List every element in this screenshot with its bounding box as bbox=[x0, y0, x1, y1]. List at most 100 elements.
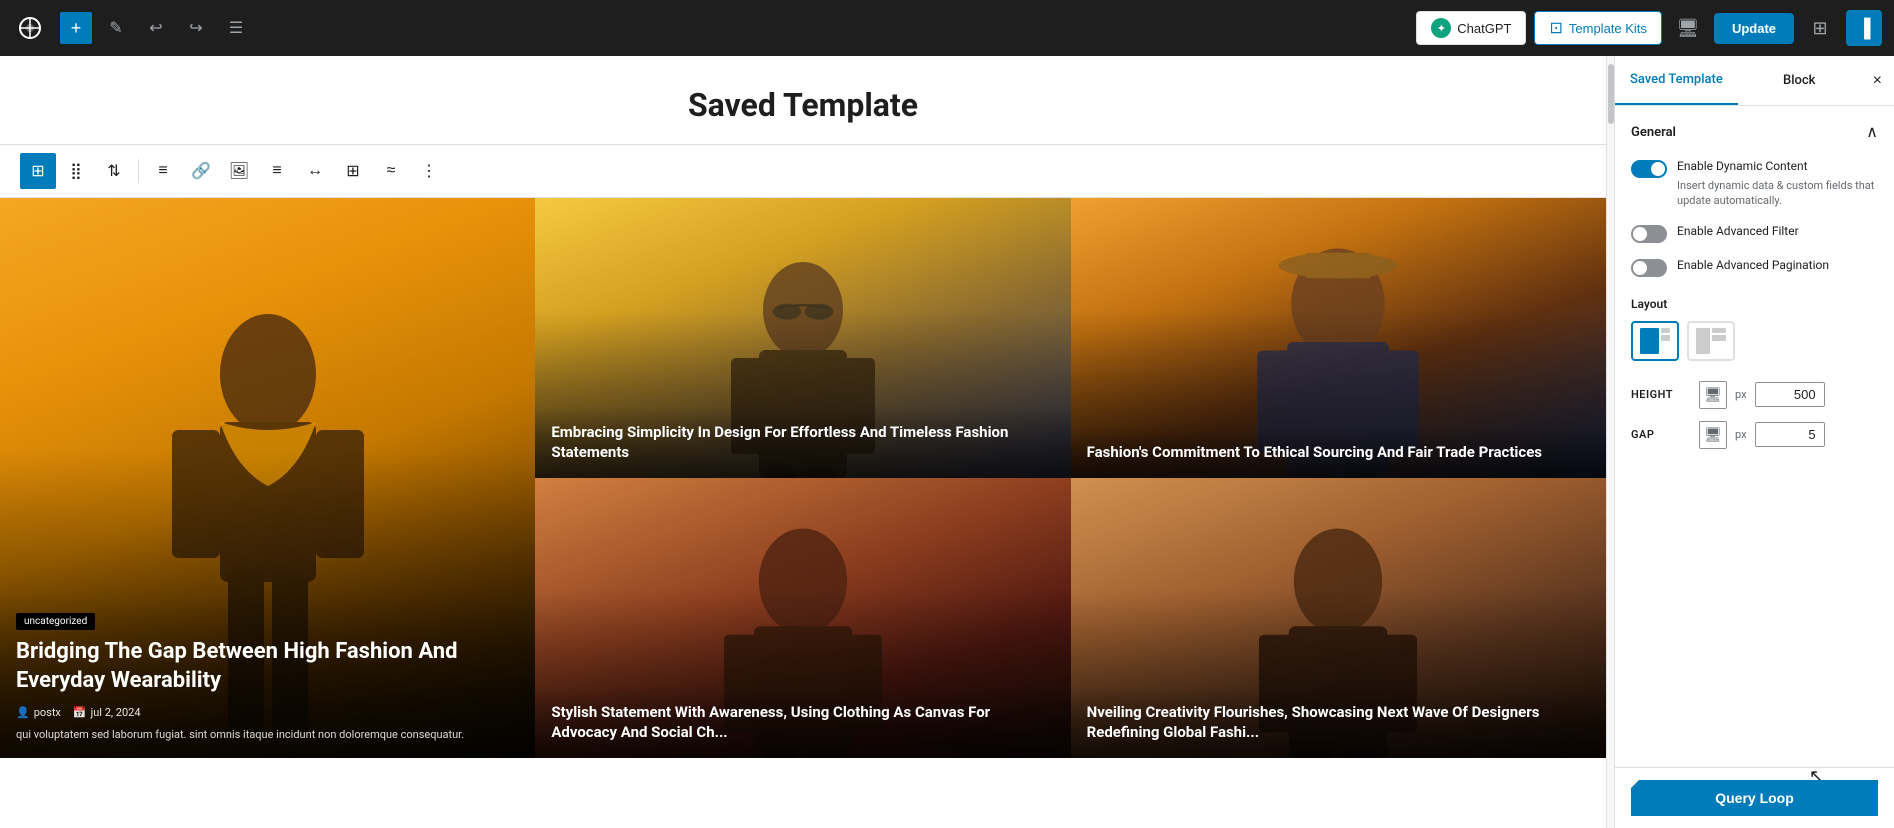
grid-layout-button[interactable]: ⊞ bbox=[20, 153, 56, 189]
layout-cell-2c bbox=[1712, 335, 1726, 341]
user-icon: 👤 bbox=[16, 706, 30, 719]
post-card-3[interactable]: Fashion's Commitment To Ethical Sourcing… bbox=[1071, 198, 1606, 478]
post-card-large[interactable]: uncategorized Bridging The Gap Between H… bbox=[0, 198, 535, 758]
post-author: 👤 postx bbox=[16, 706, 61, 719]
text-align-icon: ≡ bbox=[272, 162, 281, 180]
chevron-up-icon: ∧ bbox=[1866, 124, 1878, 141]
height-unit: px bbox=[1735, 388, 1747, 401]
panel-close-button[interactable]: × bbox=[1861, 60, 1894, 102]
block-view-button[interactable]: ⊞ bbox=[1802, 10, 1838, 46]
post-date: 📅 jul 2, 2024 bbox=[73, 706, 141, 719]
link-icon: 🔗 bbox=[191, 161, 211, 181]
post-card-4[interactable]: Stylish Statement With Awareness, Using … bbox=[535, 478, 1070, 758]
preview-button[interactable]: 🖥 bbox=[1670, 10, 1706, 46]
height-input-row: HEIGHT 🖥 px bbox=[1631, 381, 1878, 409]
advanced-filter-label: Enable Advanced Filter bbox=[1677, 223, 1799, 240]
gap-input[interactable] bbox=[1755, 422, 1825, 447]
panel-header: Saved Template Block × bbox=[1615, 56, 1894, 106]
list-icon: ☰ bbox=[229, 18, 243, 38]
blocks-icon: ⊞ bbox=[1812, 18, 1827, 39]
main-area: Saved Template ⊞ ⣿ ⇅ ≡ 🔗 🖼 ≡ bbox=[0, 56, 1894, 828]
dynamic-content-label-area: Enable Dynamic Content Insert dynamic da… bbox=[1677, 158, 1878, 209]
post-title-large: Bridging The Gap Between High Fashion An… bbox=[16, 638, 519, 695]
post-meta: 👤 postx 📅 jul 2, 2024 bbox=[16, 706, 519, 719]
redo-button[interactable]: ↪ bbox=[180, 12, 212, 44]
post-5-content: Nveiling Creativity Flourishes, Showcasi… bbox=[1071, 687, 1606, 758]
layout-section: Layout bbox=[1631, 297, 1878, 361]
post-title-3: Fashion's Commitment To Ethical Sourcing… bbox=[1087, 443, 1590, 463]
sidebar-icon: ▐ bbox=[1858, 18, 1871, 39]
toolbar-divider-1 bbox=[138, 159, 139, 183]
drag-button[interactable]: ⣿ bbox=[58, 153, 94, 189]
chatgpt-button[interactable]: ✦ ChatGPT bbox=[1416, 11, 1526, 45]
editor-scrollbar[interactable] bbox=[1606, 56, 1614, 828]
tab-block[interactable]: Block bbox=[1738, 57, 1861, 104]
align-center-icon: ≡ bbox=[158, 162, 167, 180]
gap-icon-button[interactable]: 🖥 bbox=[1699, 421, 1727, 449]
layout-option-2[interactable] bbox=[1687, 321, 1735, 361]
collapse-general-button[interactable]: ∧ bbox=[1866, 122, 1878, 142]
wp-logo-icon bbox=[12, 10, 48, 46]
image-icon: 🖼 bbox=[229, 161, 249, 181]
template-kits-icon: ⊡ bbox=[1549, 18, 1562, 38]
pencil-icon: ✎ bbox=[109, 18, 122, 38]
dynamic-content-toggle-row: Enable Dynamic Content Insert dynamic da… bbox=[1631, 158, 1878, 209]
tab-saved-template[interactable]: Saved Template bbox=[1615, 56, 1738, 105]
add-block-button[interactable]: + bbox=[60, 12, 92, 44]
gap-label: GAP bbox=[1631, 428, 1691, 441]
advanced-pagination-toggle[interactable] bbox=[1631, 259, 1667, 277]
template-kits-button[interactable]: ⊡ Template Kits bbox=[1534, 11, 1661, 45]
layout-cell-tall bbox=[1640, 328, 1659, 354]
layout-cell-group2 bbox=[1712, 328, 1726, 341]
height-input[interactable] bbox=[1755, 382, 1825, 407]
list-view-button[interactable]: ☰ bbox=[220, 12, 252, 44]
editor-canvas: Saved Template ⊞ ⣿ ⇅ ≡ 🔗 🖼 ≡ bbox=[0, 56, 1606, 828]
calendar-icon: 📅 bbox=[73, 706, 87, 719]
post-4-content: Stylish Statement With Awareness, Using … bbox=[535, 687, 1070, 758]
layout-option-1[interactable] bbox=[1631, 321, 1679, 361]
plus-icon: + bbox=[71, 18, 82, 39]
drag-icon: ⣿ bbox=[70, 161, 82, 181]
resize-button[interactable]: ↔ bbox=[297, 153, 333, 189]
post-card-5[interactable]: Nveiling Creativity Flourishes, Showcasi… bbox=[1071, 478, 1606, 758]
posts-grid: uncategorized Bridging The Gap Between H… bbox=[0, 198, 1606, 758]
align-center-button[interactable]: ≡ bbox=[145, 153, 181, 189]
page-title: Saved Template bbox=[20, 86, 1586, 124]
height-input-section: HEIGHT 🖥 px GAP 🖥 px bbox=[1631, 381, 1878, 449]
sidebar-toggle-button[interactable]: ▐ bbox=[1846, 10, 1882, 46]
redo-icon: ↪ bbox=[189, 18, 202, 38]
arrows-icon: ⇅ bbox=[107, 161, 120, 181]
section-header-general: General ∧ bbox=[1631, 122, 1878, 142]
gap-unit: px bbox=[1735, 428, 1747, 441]
dynamic-content-toggle[interactable] bbox=[1631, 160, 1667, 178]
height-icon-button[interactable]: 🖥 bbox=[1699, 381, 1727, 409]
query-loop-button[interactable]: Query Loop bbox=[1631, 780, 1878, 816]
post-2-content: Embracing Simplicity In Design For Effor… bbox=[535, 407, 1070, 478]
undo-button[interactable]: ↩ bbox=[140, 12, 172, 44]
gap-monitor-icon: 🖥 bbox=[1704, 426, 1722, 443]
update-button[interactable]: Update bbox=[1714, 13, 1794, 44]
layout-cell-sm-2 bbox=[1661, 335, 1670, 341]
gap-input-row: GAP 🖥 px bbox=[1631, 421, 1878, 449]
post-card-2[interactable]: Embracing Simplicity In Design For Effor… bbox=[535, 198, 1070, 478]
more-options-button[interactable]: ⋮ bbox=[411, 153, 447, 189]
template-kits-label: Template Kits bbox=[1569, 21, 1647, 36]
advanced-filter-toggle[interactable] bbox=[1631, 225, 1667, 243]
text-align-button[interactable]: ≡ bbox=[259, 153, 295, 189]
post-large-content: uncategorized Bridging The Gap Between H… bbox=[0, 593, 535, 758]
chatgpt-label: ChatGPT bbox=[1457, 21, 1511, 36]
layout-cell-sm-1 bbox=[1661, 328, 1670, 334]
edit-mode-button[interactable]: ✎ bbox=[100, 12, 132, 44]
advanced-filter-toggle-row: Enable Advanced Filter bbox=[1631, 223, 1878, 243]
layout-grid-1 bbox=[1640, 328, 1670, 354]
table-button[interactable]: ⊞ bbox=[335, 153, 371, 189]
image-button[interactable]: 🖼 bbox=[221, 153, 257, 189]
layout-label: Layout bbox=[1631, 297, 1878, 311]
post-title-4: Stylish Statement With Awareness, Using … bbox=[551, 703, 1054, 742]
layout-grid-2 bbox=[1696, 328, 1726, 354]
arrow-up-down-button[interactable]: ⇅ bbox=[96, 153, 132, 189]
settings-button[interactable]: ≈ bbox=[373, 153, 409, 189]
settings-icon: ≈ bbox=[387, 162, 396, 180]
height-monitor-icon: 🖥 bbox=[1704, 386, 1722, 403]
link-button[interactable]: 🔗 bbox=[183, 153, 219, 189]
